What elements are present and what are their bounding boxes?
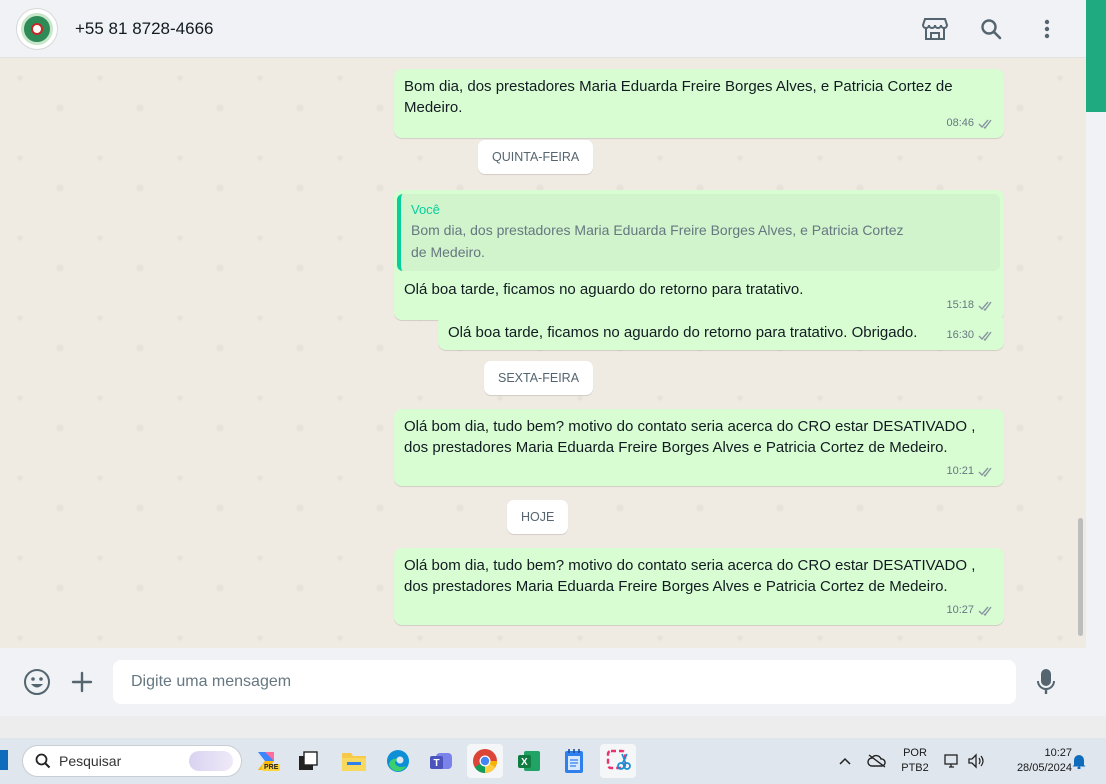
message-bubble[interactable]: Olá bom dia, tudo bem? motivo do contato…: [394, 548, 1004, 625]
date-separator: SEXTA-FEIRA: [484, 361, 594, 395]
network-icon[interactable]: [942, 738, 962, 784]
chrome-icon[interactable]: [467, 744, 503, 778]
message-bubble[interactable]: Olá boa tarde, ficamos no aguardo do ret…: [438, 315, 1004, 350]
snipping-tool-icon[interactable]: [600, 744, 636, 778]
message-text: Olá bom dia, tudo bem? motivo do contato…: [404, 557, 976, 595]
message-text: Olá boa tarde, ficamos no aguardo do ret…: [404, 281, 804, 298]
date-separator: QUINTA-FEIRA: [478, 140, 594, 174]
double-check-icon: [978, 301, 992, 311]
quoted-message[interactable]: Você Bom dia, dos prestadores Maria Edua…: [397, 194, 1000, 271]
message-text: Bom dia, dos prestadores Maria Eduarda F…: [404, 78, 953, 116]
double-check-icon: [978, 606, 992, 616]
chat-scrollbar[interactable]: [1076, 58, 1086, 648]
svg-text:T: T: [434, 758, 440, 769]
quote-text: Bom dia, dos prestadores Maria Eduarda F…: [411, 222, 904, 260]
system-clock[interactable]: 10:27 28/05/2024: [996, 738, 1072, 784]
store-icon[interactable]: [922, 16, 948, 42]
microphone-icon[interactable]: [1032, 668, 1060, 696]
message-input[interactable]: [113, 660, 1016, 704]
clock-date: 28/05/2024: [1016, 762, 1072, 774]
quote-author: Você: [411, 202, 440, 217]
message-composer: [0, 648, 1086, 716]
double-check-icon: [978, 119, 992, 129]
copilot-badge: PRE: [262, 764, 281, 771]
contact-name[interactable]: +55 81 8728-4666: [75, 19, 214, 39]
double-check-icon: [978, 331, 992, 341]
contact-avatar[interactable]: [16, 7, 58, 50]
message-list[interactable]: Bom dia, dos prestadores Maria Eduarda F…: [0, 58, 1086, 648]
show-hidden-icons[interactable]: [836, 738, 854, 784]
svg-text:X: X: [521, 757, 528, 768]
message-bubble[interactable]: Bom dia, dos prestadores Maria Eduarda F…: [394, 69, 1004, 138]
message-time: 15:18: [946, 299, 974, 311]
taskbar-search[interactable]: Pesquisar: [22, 745, 242, 777]
search-icon: [35, 753, 51, 769]
double-check-icon: [978, 467, 992, 477]
teams-icon[interactable]: T: [423, 744, 459, 778]
excel-icon[interactable]: X: [511, 744, 547, 778]
message-text: Olá boa tarde, ficamos no aguardo do ret…: [448, 324, 918, 341]
message-time: 08:46: [946, 117, 974, 129]
language-indicator[interactable]: POR PTB2: [896, 738, 934, 784]
language-code: POR: [903, 747, 927, 759]
keyboard-layout: PTB2: [901, 762, 929, 774]
window-edge: [1086, 0, 1106, 716]
taskbar-search-label: Pesquisar: [59, 753, 122, 769]
more-vertical-icon[interactable]: [1034, 16, 1060, 42]
date-separator: HOJE: [507, 500, 569, 534]
message-bubble[interactable]: Você Bom dia, dos prestadores Maria Edua…: [394, 190, 1004, 320]
plus-icon[interactable]: [68, 668, 96, 696]
chat-header: +55 81 8728-4666: [0, 0, 1086, 58]
message-text: Olá bom dia, tudo bem? motivo do contato…: [404, 418, 976, 456]
search-icon[interactable]: [978, 16, 1004, 42]
task-view-icon[interactable]: [290, 744, 326, 778]
notepad-icon[interactable]: [556, 744, 592, 778]
message-time: 16:30: [946, 329, 974, 341]
start-button[interactable]: [0, 750, 8, 770]
message-time: 10:27: [946, 604, 974, 616]
avatar-logo-icon: [21, 12, 53, 45]
search-highlight-icon: [189, 751, 233, 771]
notification-bell-icon[interactable]: [1070, 738, 1088, 784]
edge-icon[interactable]: [380, 744, 416, 778]
onedrive-offline-icon[interactable]: [866, 738, 888, 784]
file-explorer-icon[interactable]: [336, 744, 372, 778]
emoji-icon[interactable]: [23, 668, 51, 696]
copilot-icon[interactable]: PRE: [248, 744, 284, 778]
clock-time: 10:27: [1044, 747, 1072, 759]
message-time: 10:21: [946, 465, 974, 477]
volume-icon[interactable]: [966, 738, 986, 784]
message-bubble[interactable]: Olá bom dia, tudo bem? motivo do contato…: [394, 409, 1004, 486]
